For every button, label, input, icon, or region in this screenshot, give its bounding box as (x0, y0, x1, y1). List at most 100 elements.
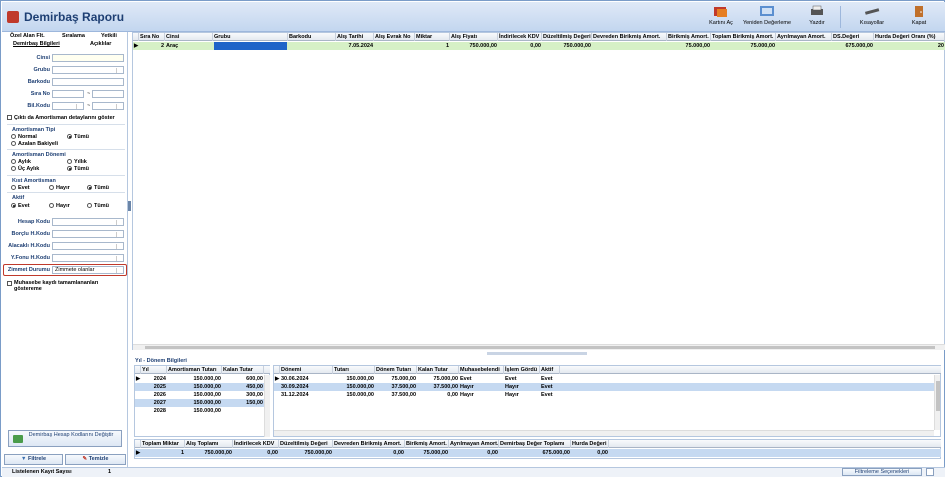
col-header[interactable]: Ayrılmayan Amort. (449, 440, 499, 448)
col-header[interactable]: Barkodu (288, 33, 336, 41)
sira-no-to-input[interactable] (92, 90, 124, 98)
options-dropdown-button[interactable] (926, 468, 934, 476)
col-header[interactable]: Alış Evrak No (374, 33, 415, 41)
col-header[interactable]: Hurda Değeri Oranı (%) (874, 33, 945, 41)
col-header[interactable]: Muhasebelendi (459, 366, 504, 374)
table-row[interactable]: 2027 150.000,00 150,00 (135, 399, 264, 407)
col-header[interactable]: Hurda Değeri (571, 440, 609, 448)
filter-button[interactable]: ▼ Filtrele (4, 454, 63, 465)
cell: Evet (541, 384, 553, 390)
range-separator: ~ (87, 91, 91, 97)
splitter-handle[interactable] (487, 352, 587, 355)
col-header[interactable]: Toplam Miktar (141, 440, 185, 448)
radio-evet[interactable] (11, 203, 16, 208)
radio-tumu[interactable] (87, 185, 92, 190)
col-header[interactable]: Birikmiş Amort. (405, 440, 449, 448)
col-header[interactable]: Yıl (141, 366, 167, 374)
col-header[interactable]: Miktar (415, 33, 450, 41)
col-header[interactable]: Düzeltilmiş Değeri (279, 440, 333, 448)
col-header[interactable]: Dönem Tutarı (375, 366, 417, 374)
col-header[interactable]: Ayrılmayan Amort. (776, 33, 832, 41)
col-header[interactable]: Aktif (540, 366, 560, 374)
radio-tumu[interactable] (67, 134, 72, 139)
radio-tumu[interactable] (87, 203, 92, 208)
col-header[interactable]: Devreden Birikmiş Amort. (592, 33, 667, 41)
table-row[interactable]: 2026 150.000,00 300,00 (135, 391, 264, 399)
sira-no-from-input[interactable] (52, 90, 84, 98)
col-header[interactable]: İndirilecek KDV (498, 33, 542, 41)
card-open-button[interactable]: Kartını Aç (702, 4, 740, 30)
col-header[interactable]: Sıra No (139, 33, 165, 41)
cinsi-input[interactable] (52, 54, 124, 62)
radio-uc-aylik[interactable] (11, 166, 16, 171)
radio-hayir[interactable] (49, 203, 54, 208)
barkodu-input[interactable] (52, 78, 124, 86)
grubu-dropdown[interactable] (52, 66, 124, 74)
col-header[interactable]: Devreden Birikmiş Amort. (333, 440, 405, 448)
col-header[interactable]: Alış Fiyatı (450, 33, 498, 41)
radio-evet[interactable] (11, 185, 16, 190)
col-header[interactable]: DS.Değeri (832, 33, 874, 41)
bil-kodu-to-input[interactable] (92, 102, 124, 110)
tab-siralama[interactable]: Sıralama (62, 33, 85, 39)
clear-button[interactable]: ✎ Temizle (65, 454, 126, 465)
col-header[interactable]: Birikmiş Amort. (667, 33, 711, 41)
yfonu-kodu-input[interactable] (52, 254, 124, 262)
shortcuts-button[interactable]: Kısayollar (852, 4, 892, 30)
col-header[interactable]: Kalan Tutar (417, 366, 459, 374)
muhasebe-checkbox[interactable] (7, 281, 12, 286)
cell: Hayır (460, 392, 474, 398)
print-button[interactable]: Yazdır (802, 4, 832, 30)
table-row[interactable]: 2025 150.000,00 450,00 (135, 383, 264, 391)
col-header[interactable]: İşlem Gördü (504, 366, 540, 374)
col-header[interactable]: Alış Tarihi (336, 33, 374, 41)
cell: Hayır (460, 384, 474, 390)
tab-yetkili[interactable]: Yetkili (101, 33, 117, 39)
periods-vertical-scrollbar[interactable] (934, 375, 940, 430)
field-label: Alacaklı H.Kodu (8, 243, 50, 249)
table-row[interactable]: 31.12.2024 150.000,00 37.500,00 0,00 Hayır Ha… (274, 391, 934, 399)
tab-ozel-alan[interactable]: Özel Alan Flt. (10, 33, 45, 39)
col-header[interactable]: Grubu (213, 33, 288, 41)
cell: 300,00 (246, 392, 263, 398)
table-row[interactable]: ▶ 30.06.2024 150.000,00 75.000,00 75.000,00 E… (274, 375, 934, 383)
col-header[interactable]: İndirilecek KDV (233, 440, 279, 448)
years-vertical-scrollbar[interactable] (264, 375, 270, 437)
col-header[interactable]: Dönemi (280, 366, 333, 374)
zimmet-dropdown[interactable]: Zimmete olanlar (52, 266, 124, 274)
col-header[interactable]: Cinsi (165, 33, 213, 41)
col-header[interactable]: Alış Toplamı (185, 440, 233, 448)
radio-azalan[interactable] (11, 141, 16, 146)
periods-horizontal-scrollbar[interactable] (274, 430, 934, 436)
tab-demirbas-bilgileri[interactable]: Demirbaş Bilgileri (13, 41, 60, 47)
radio-aylik[interactable] (11, 159, 16, 164)
scroll-thumb[interactable] (145, 346, 935, 349)
table-row[interactable]: ▶ 2024 150.000,00 600,00 (135, 375, 264, 383)
table-row[interactable]: 30.09.2024 150.000,00 37.500,00 37.500,00 Ha… (274, 383, 934, 391)
radio-normal[interactable] (11, 134, 16, 139)
filter-options-button[interactable]: Filtreleme Seçenekleri (842, 468, 922, 476)
hesap-kodu-input[interactable] (52, 218, 124, 226)
borclu-kodu-input[interactable] (52, 230, 124, 238)
radio-yillik[interactable] (67, 159, 72, 164)
radio-hayir[interactable] (49, 185, 54, 190)
col-header[interactable]: Kalan Tutar (222, 366, 264, 374)
close-button[interactable]: Kapat (900, 4, 938, 30)
radio-tumu[interactable] (67, 166, 72, 171)
alacakli-kodu-input[interactable] (52, 242, 124, 250)
show-sold-checkbox[interactable] (7, 115, 12, 120)
col-header[interactable]: Demirbaş Değer Toplamı (499, 440, 571, 448)
table-row[interactable]: 2028 150.000,00 (135, 407, 264, 415)
col-header[interactable]: Toplam Birikmiş Amort. (711, 33, 776, 41)
main-horizontal-scrollbar[interactable] (133, 344, 945, 350)
tab-acikliklar[interactable]: Açıklılar (90, 41, 111, 47)
revalue-button[interactable]: Yeniden Değerleme (742, 4, 792, 30)
col-header[interactable]: Düzeltilmiş Değeri (542, 33, 592, 41)
change-account-codes-button[interactable]: Demirbaş Hesap Kodlarını Değiştir (8, 430, 122, 447)
scroll-thumb[interactable] (936, 381, 940, 411)
splitter-handle[interactable] (128, 201, 131, 211)
table-row[interactable]: ▶ 2 Araç 7.05.2024 1 750.000,00 0,00 750… (133, 42, 945, 50)
bil-kodu-from-input[interactable] (52, 102, 84, 110)
col-header[interactable]: Tutarı (333, 366, 375, 374)
col-header[interactable]: Amortisman Tutarı (167, 366, 222, 374)
